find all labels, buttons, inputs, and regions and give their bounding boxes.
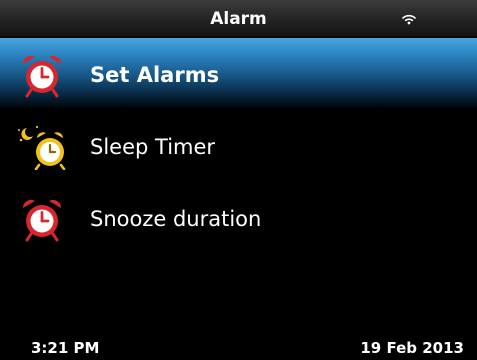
menu-item-label: Set Alarms (90, 63, 220, 87)
menu-item-sleep-timer[interactable]: Sleep Timer (0, 110, 477, 182)
sleep-alarm-clock-icon (18, 125, 66, 170)
menu-item-label: Snooze duration (90, 207, 262, 231)
wifi-signal-icon (402, 14, 416, 25)
menu-item-set-alarms[interactable]: Set Alarms (0, 38, 477, 110)
current-date: 19 Feb 2013 (360, 339, 464, 357)
alarm-screen: Alarm Set Alarms Sleep Timer Snooze dura… (0, 0, 477, 360)
title-bar: Alarm (0, 0, 477, 37)
alarm-clock-icon (22, 55, 62, 98)
status-bar: 3:21 PM 19 Feb 2013 (0, 334, 477, 360)
menu-item-snooze-duration[interactable]: Snooze duration (0, 182, 477, 254)
menu-item-label: Sleep Timer (90, 135, 216, 159)
clock-time: 3:21 PM (31, 339, 100, 357)
snooze-alarm-clock-icon (22, 199, 62, 242)
